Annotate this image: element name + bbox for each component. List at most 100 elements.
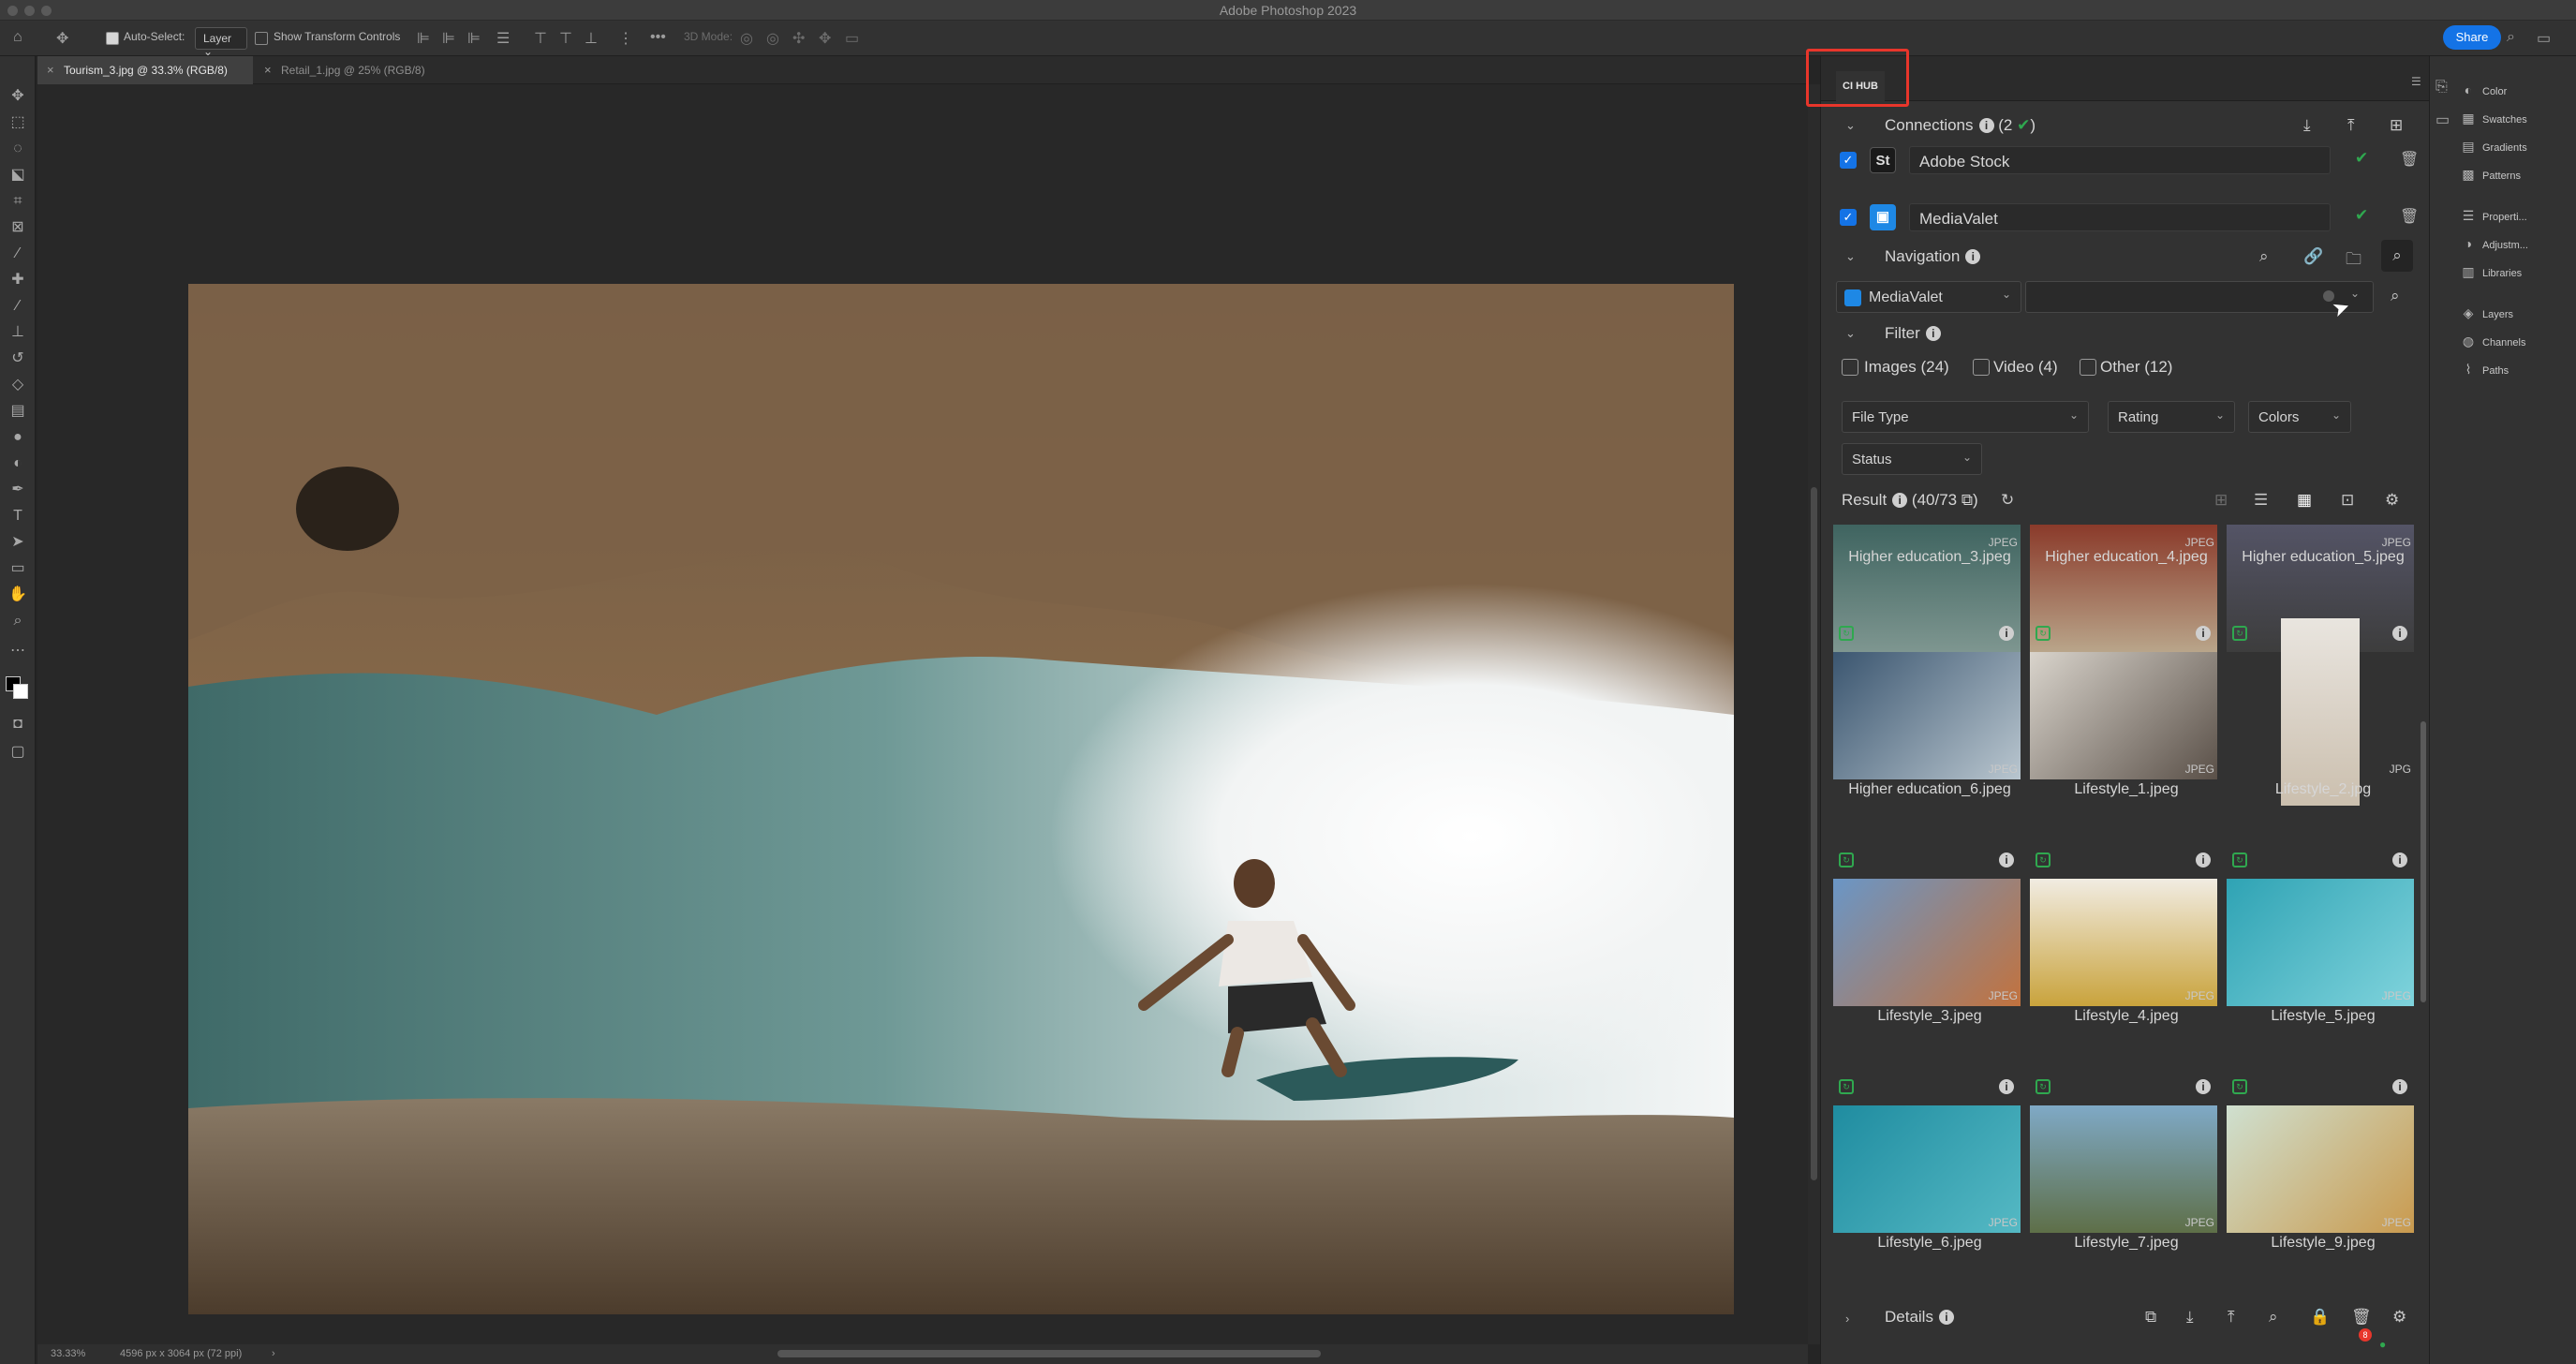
dock-color[interactable]: Color [2482,86,2507,97]
dock-adjustments[interactable]: Adjustm... [2482,240,2528,251]
source-select[interactable]: MediaValet ⌄ [1836,281,2021,313]
info-icon[interactable]: i [1965,249,1981,264]
folder-icon[interactable]: 🗀 [2346,247,2361,274]
stamp-tool[interactable]: ⊥ [6,320,30,345]
screen-mode-icon[interactable]: ▢ [6,740,30,764]
rating-select[interactable]: Rating ⌄ [2108,401,2235,433]
vertical-scrollbar[interactable] [1808,84,1820,1344]
asset-info-icon[interactable]: i [2392,1079,2407,1094]
artboard-tool[interactable]: ⬚ [6,111,30,135]
asset-card[interactable]: ↻ i JPEG Higher education_6.jpeg [1831,618,2021,843]
asset-thumbnail[interactable] [2030,1105,2217,1233]
quick-mask-icon[interactable]: ◘ [6,712,30,736]
libraries-icon[interactable]: ▥ [2460,264,2477,281]
asset-info-icon[interactable]: i [2392,626,2407,641]
distribute-icon[interactable]: ☰ [496,29,510,48]
blur-tool[interactable]: ● [6,425,30,450]
adjustments-icon[interactable]: ◑ [2460,236,2477,253]
search-input[interactable] [2025,281,2374,313]
delete-icon[interactable]: 🗑 [2351,1308,2372,1327]
asset-card[interactable]: ↻ i JPEG Lifestyle_3.jpeg [1831,845,2021,1070]
search-icon[interactable]: ⌕ [2507,29,2515,46]
search-icon[interactable]: ⌕ [2391,287,2400,305]
pen-tool[interactable]: ✒ [6,478,30,502]
info-icon[interactable]: i [1925,326,1941,341]
connection-name-adobe-stock[interactable]: Adobe Stock [1909,146,2331,174]
search-options-chevron-icon[interactable]: ⌄ [2350,287,2360,300]
gradients-icon[interactable]: ▤ [2460,139,2477,156]
filter-images-checkbox[interactable] [1842,359,1858,376]
3d-slide-icon[interactable]: ✥ [819,29,831,48]
dock-patterns[interactable]: Patterns [2482,170,2521,182]
download-icon[interactable]: ⤓ [2303,116,2311,135]
auto-select-checkbox[interactable] [106,32,119,45]
info-icon[interactable]: i [1892,493,1908,508]
more-options-icon[interactable]: ••• [650,29,666,46]
asset-thumbnail[interactable] [2227,879,2414,1006]
tab-tourism-3[interactable]: × Tourism_3.jpg @ 33.3% (RGB/8) [37,56,253,84]
upload-icon[interactable]: ⤒ [2228,1308,2235,1327]
dock-channels[interactable]: Channels [2482,337,2525,348]
tab-retail-1[interactable]: × Retail_1.jpg @ 25% (RGB/8) [255,56,442,84]
asset-thumbnail[interactable] [1833,879,2021,1006]
filter-collapse-icon[interactable]: ⌄ [1845,326,1856,341]
asset-info-icon[interactable]: i [1999,852,2014,867]
path-select-tool[interactable]: ➤ [6,530,30,555]
asset-info-icon[interactable]: i [1999,626,2014,641]
asset-info-icon[interactable]: i [1999,1079,2014,1094]
add-connection-icon[interactable]: ⊞ [2390,116,2403,135]
asset-card[interactable]: ↻ i JPEG Lifestyle_7.jpeg [2028,1072,2218,1297]
asset-thumbnail[interactable] [2030,652,2217,779]
download-icon[interactable]: ⤓ [2186,1308,2194,1327]
document-canvas[interactable] [37,84,1808,1344]
3d-camera-icon[interactable]: ▭ [845,29,859,48]
move-tool-icon[interactable]: ✥ [56,29,68,48]
workspace-icon[interactable]: ▭ [2537,29,2551,48]
rectangle-tool[interactable]: ▭ [6,556,30,581]
surfer-photo[interactable] [188,284,1734,1314]
dodge-tool[interactable]: ◐ [6,452,30,476]
settings-icon[interactable]: ⚙ [2385,491,2399,510]
quick-select-tool[interactable]: ⬕ [6,163,30,187]
swatches-icon[interactable]: ▦ [2460,111,2477,127]
status-select[interactable]: Status ⌄ [1842,443,1982,475]
zoom-tool[interactable]: ⌕ [6,609,30,633]
patterns-icon[interactable]: ▩ [2460,167,2477,184]
info-icon[interactable]: i [1938,1310,1954,1325]
asset-thumbnail[interactable] [2227,1105,2414,1233]
properties-icon[interactable]: ☰ [2460,208,2477,225]
asset-info-icon[interactable]: i [2392,852,2407,867]
asset-card[interactable]: ↻ i JPEG Lifestyle_6.jpeg [1831,1072,2021,1297]
align-bottom-icon[interactable]: ⊥ [585,29,598,48]
delete-connection-icon[interactable]: 🗑 [2400,207,2419,226]
3d-roll-icon[interactable]: ◎ [766,29,779,48]
close-tab-icon[interactable]: × [264,63,272,77]
auto-select-dropdown[interactable]: Layer ⌄ [195,27,247,58]
navigation-collapse-icon[interactable]: ⌄ [1845,249,1856,264]
open-external-icon[interactable]: ⧉ [2145,1308,2156,1327]
status-arrow-icon[interactable]: › [272,1348,275,1359]
asset-info-icon[interactable]: i [2196,626,2211,641]
lasso-tool[interactable]: ◌ [6,137,30,161]
asset-card[interactable]: ↻ i JPEG Lifestyle_9.jpeg [2225,1072,2415,1297]
scroll-thumb[interactable] [2421,721,2426,1002]
color-icon[interactable]: ◐ [2460,82,2477,99]
dock-swatches[interactable]: Swatches [2482,114,2527,126]
healing-tool[interactable]: ✚ [6,268,30,292]
preview-view-icon[interactable]: ⊡ [2341,491,2354,510]
lock-icon[interactable]: 🔒 [2310,1308,2330,1327]
gradient-tool[interactable]: ▤ [6,399,30,423]
list-view-icon[interactable]: ☰ [2254,491,2268,510]
comments-icon[interactable]: ▭ [2435,111,2450,129]
background-color-swatch[interactable] [13,684,28,699]
colors-select[interactable]: Colors ⌄ [2248,401,2351,433]
3d-pan-icon[interactable]: ✣ [792,29,805,48]
move-tool[interactable]: ✥ [6,84,30,109]
horizontal-scrollbar[interactable] [777,1350,1321,1357]
connection-checkbox-adobe-stock[interactable]: ✓ [1840,152,1857,169]
asset-info-icon[interactable]: i [2196,852,2211,867]
more-tools-icon[interactable]: ⋯ [6,639,30,663]
asset-card[interactable]: ↻ i JPEG Lifestyle_1.jpeg [2028,618,2218,843]
filter-other-checkbox[interactable] [2080,359,2096,376]
paths-icon[interactable]: ⌇ [2460,362,2477,378]
